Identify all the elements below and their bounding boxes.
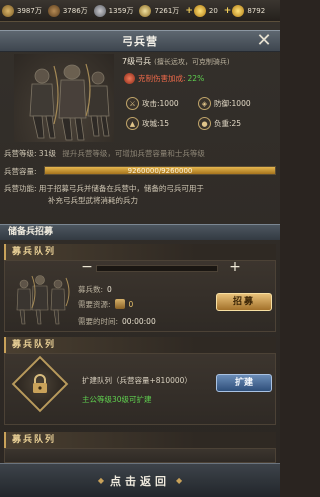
resource-value: 7261万 (154, 6, 180, 15)
stat-load: ● 负重:25 (198, 117, 241, 130)
iron-icon (93, 4, 106, 17)
resource-value: 8792 (247, 6, 266, 15)
capacity-bar: 9260000/9260000 (44, 166, 276, 175)
counter-bonus: 克制伤害加成: 22% (124, 73, 204, 84)
counter-value: 22% (187, 74, 205, 83)
queue-title-3: 募兵队列 (4, 432, 276, 448)
stat-attack: ⚔ 攻击:1000 (126, 97, 179, 110)
expand-queue-text: 扩建队列（兵营容量+810000） (82, 376, 192, 385)
resource-value: 3987万 (17, 6, 42, 15)
expand-requirement: 主公等级30级可扩建 (82, 395, 152, 404)
decor-left-icon: ◆ (97, 476, 104, 485)
expand-button[interactable]: 扩建 (216, 374, 272, 392)
resource-label: 需要资源: (78, 300, 111, 309)
shield-icon: ◈ (198, 97, 211, 110)
level-label: 兵营等级: (4, 149, 37, 158)
recruit-resource: 需要资源: 0 (78, 299, 133, 310)
wood-icon (114, 299, 125, 309)
attack-icon: ⚔ (126, 97, 139, 110)
reserve-recruit-header: 储备兵招募 (0, 224, 280, 240)
siege-icon: ▲ (126, 117, 139, 130)
time-label: 需要的时间: (78, 317, 119, 326)
recruit-count: 募兵数: 0 (78, 284, 112, 295)
func-line-1: 用于招募弓兵并储备在兵营中，储备的弓兵可用于 (38, 184, 204, 193)
decor-right-icon: ◆ (176, 476, 183, 485)
recruit-time: 需要的时间: 00:00:00 (78, 316, 156, 327)
count-label: 募兵数: (78, 285, 104, 294)
resource-ingot[interactable]: + 20 (185, 4, 218, 17)
resource-gold[interactable]: + 8792 (224, 4, 266, 17)
recruit-slider[interactable] (96, 265, 218, 272)
level-value: 31级 (38, 149, 56, 158)
resource-value: 0 (128, 300, 134, 309)
capacity-label: 兵营容量: (4, 167, 37, 176)
counter-icon (124, 73, 135, 84)
silver-icon (139, 4, 152, 17)
queue-card-3 (4, 448, 276, 463)
gold-icon (232, 4, 245, 17)
unit-portrait (14, 54, 114, 142)
food-icon (2, 4, 14, 17)
archer-group-image (29, 63, 110, 141)
capacity-row: 兵营容量: (4, 166, 37, 177)
resource-wood: 3786万 (47, 4, 88, 17)
add-icon[interactable]: + (224, 6, 232, 16)
wood-icon (47, 4, 60, 17)
queue-title-1: 募兵队列 (4, 244, 276, 260)
unit-level-name: 7级弓兵 (122, 57, 152, 66)
close-button[interactable]: ✕ (252, 29, 276, 53)
resource-silver: 7261万 (139, 4, 180, 17)
func-label: 兵营功能: (4, 184, 37, 193)
back-button-label: 点击返回 (110, 474, 170, 488)
resource-iron: 1359万 (93, 4, 134, 17)
counter-label: 克制伤害加成: (138, 74, 186, 83)
barracks-level-row: 兵营等级: 31级 提升兵营等级，可增加兵营容量和士兵等级 (4, 148, 205, 159)
ingot-icon (193, 4, 206, 17)
stat-siege-value: 攻城:15 (142, 119, 170, 128)
stat-defense: ◈ 防御:1000 (198, 97, 251, 110)
decrease-button[interactable]: − (80, 260, 94, 275)
unit-name: 7级弓兵 (擅长远攻，可克制骑兵) (122, 56, 230, 67)
stat-defense-value: 防御:1000 (214, 99, 251, 108)
recruit-button[interactable]: 招募 (216, 293, 272, 311)
lock-icon (33, 374, 47, 393)
add-icon[interactable]: + (185, 6, 193, 16)
stat-load-value: 负重:25 (214, 119, 242, 128)
back-button[interactable]: ◆ 点击返回 ◆ (0, 463, 280, 497)
load-icon: ● (198, 117, 211, 130)
increase-button[interactable]: + (228, 260, 242, 275)
stat-siege: ▲ 攻城:15 (126, 117, 169, 130)
barracks-function: 兵营功能: 用于招募弓兵并储备在兵营中，储备的弓兵可用于 补充弓兵型武将消耗的兵… (4, 183, 276, 207)
time-value: 00:00:00 (122, 317, 156, 326)
archer-squad-image (16, 275, 70, 325)
page-title: 弓兵营 (122, 35, 158, 48)
resource-bar: 3987万 3786万 1359万 7261万 + 20 + 8792 (0, 0, 280, 22)
title-bar: 弓兵营 ✕ (0, 30, 280, 52)
queue-title-2: 募兵队列 (4, 337, 276, 353)
count-value: 0 (107, 285, 112, 294)
func-line-2: 补充弓兵型武将消耗的兵力 (48, 196, 138, 205)
stat-attack-value: 攻击:1000 (142, 99, 179, 108)
resource-food: 3987万 (2, 4, 42, 17)
resource-value: 1359万 (108, 6, 134, 15)
capacity-text: 9260000/9260000 (127, 167, 193, 175)
unit-description: (擅长远攻，可克制骑兵) (154, 58, 230, 66)
level-hint: 提升兵营等级，可增加兵营容量和士兵等级 (62, 149, 205, 158)
resource-value: 20 (208, 6, 218, 15)
resource-value: 3786万 (62, 6, 88, 15)
